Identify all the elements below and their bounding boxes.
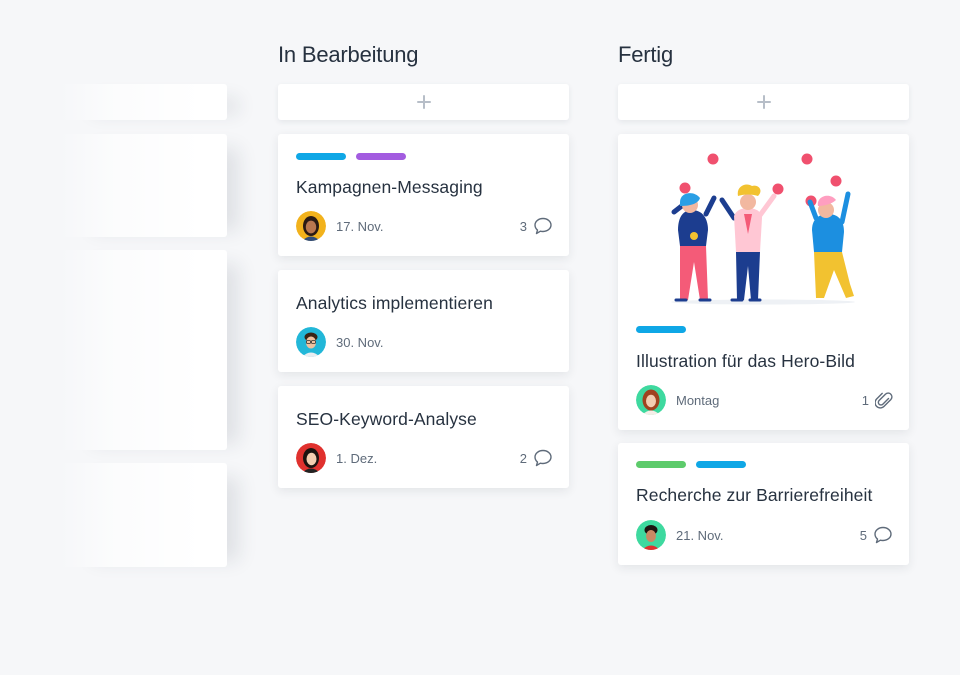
task-card[interactable]: Illustration für das Hero-Bild Montag 1: [618, 134, 909, 430]
plus-icon: [756, 95, 771, 109]
faded-card[interactable]: [60, 250, 227, 450]
comment-icon: [874, 526, 892, 544]
faded-card[interactable]: [60, 134, 227, 237]
avatar[interactable]: [296, 443, 326, 473]
card-title: SEO-Keyword-Analyse: [296, 409, 477, 429]
card-title: Recherche zur Barrierefreiheit: [636, 485, 873, 505]
tag-blue: [296, 153, 346, 160]
card-meta: 17. Nov. 3: [296, 211, 553, 241]
kanban-board: In Bearbeitung Kampagnen-Messaging 17. N…: [0, 0, 960, 675]
avatar[interactable]: [636, 520, 666, 550]
faded-add-button[interactable]: [60, 84, 227, 120]
card-meta: Montag 1: [636, 385, 893, 415]
tag-purple: [356, 153, 406, 160]
avatar[interactable]: [296, 327, 326, 357]
task-card[interactable]: Recherche zur Barrierefreiheit 21. Nov. …: [618, 443, 909, 565]
tag-blue: [696, 461, 746, 468]
comment-icon: [534, 217, 552, 235]
avatar[interactable]: [636, 385, 666, 415]
card-tags: [296, 153, 406, 160]
column-title: In Bearbeitung: [278, 42, 419, 67]
faded-card[interactable]: [60, 463, 227, 567]
add-card-button[interactable]: [278, 84, 569, 120]
card-meta: 30. Nov.: [296, 327, 553, 357]
comment-count[interactable]: 2: [520, 448, 553, 468]
comment-count[interactable]: 3: [520, 216, 553, 236]
task-card[interactable]: SEO-Keyword-Analyse 1. Dez. 2: [278, 386, 569, 488]
paperclip-icon: [875, 392, 893, 409]
avatar[interactable]: [296, 211, 326, 241]
comment-count[interactable]: 5: [860, 525, 893, 545]
card-title: Illustration für das Hero-Bild: [636, 351, 855, 371]
card-tags: [636, 461, 746, 468]
due-date: Montag: [676, 392, 720, 408]
card-title: Analytics implementieren: [296, 293, 493, 313]
tag-green: [636, 461, 686, 468]
add-card-button[interactable]: [618, 84, 909, 120]
card-meta: 21. Nov. 5: [636, 520, 893, 550]
card-tags: [636, 326, 686, 333]
attachment-count[interactable]: 1: [862, 390, 893, 410]
celebration-illustration: [671, 153, 855, 305]
due-date: 1. Dez.: [336, 450, 378, 466]
due-date: 30. Nov.: [336, 334, 384, 350]
comment-icon: [534, 449, 552, 467]
card-title: Kampagnen-Messaging: [296, 177, 483, 197]
card-meta: 1. Dez. 2: [296, 443, 553, 473]
column-title: Fertig: [618, 42, 674, 67]
tag-blue: [636, 326, 686, 333]
plus-icon: [416, 95, 431, 109]
due-date: 17. Nov.: [336, 218, 384, 234]
due-date: 21. Nov.: [676, 527, 724, 543]
faded-column: [60, 0, 227, 675]
task-card[interactable]: Kampagnen-Messaging 17. Nov. 3: [278, 134, 569, 256]
task-card[interactable]: Analytics implementieren 30. Nov.: [278, 270, 569, 372]
